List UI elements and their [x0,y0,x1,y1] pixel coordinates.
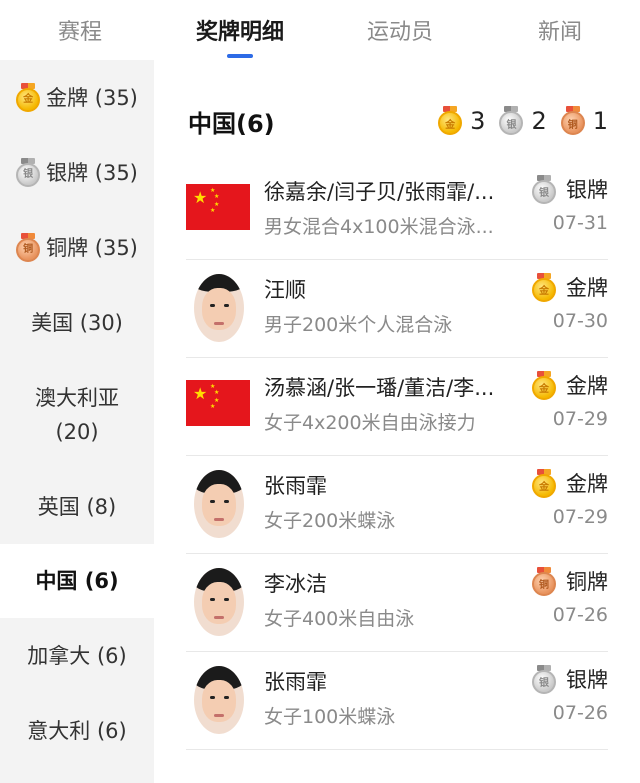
medal-date: 07-31 [552,212,608,234]
gold-medal-icon: 金 [16,83,41,112]
sidebar-item-bronze[interactable]: 铜 铜牌 (35) [0,210,154,285]
athlete-avatar [194,274,244,342]
sidebar-item-label: 铜牌 (35) [46,235,138,260]
medal-row[interactable]: 张雨霏 女子100米蝶泳 银 银牌 07-26 [186,652,608,750]
medal-row[interactable]: ★ ★ ★ ★ ★ 徐嘉余/闫子贝/张雨霏/... 男女混合4x100米混合泳... 银… [186,162,608,260]
sidebar-item-label: 加拿大 (6) [27,643,127,668]
event-name: 男子200米个人混合泳 [264,314,453,336]
medal-label: 银牌 [566,178,608,202]
event-name: 女子400米自由泳 [264,608,415,630]
sidebar-item-silver[interactable]: 银 银牌 (35) [0,135,154,210]
tab-label: 运动员 [366,20,433,45]
medal-date: 07-30 [552,310,608,332]
bronze-count: 铜 1 [560,106,608,135]
active-tab-indicator [227,54,253,58]
silver-count-value: 2 [531,106,547,135]
medal-type: 金 金牌 [532,468,608,498]
athlete-name: 李冰洁 [264,572,327,596]
sidebar-item-label: 银牌 (35) [46,160,138,185]
gold-count-value: 3 [470,106,486,135]
sidebar-item-label: 金牌 (35) [46,85,138,110]
sidebar-item-label: 澳大利亚 (20) [35,386,119,444]
top-tabs: 赛程 奖牌明细 运动员 新闻 [0,0,640,60]
medal-type: 金 金牌 [532,272,608,302]
gold-medal-icon: 金 [532,272,556,302]
medal-summary: 金 3 银 2 铜 1 [424,106,608,135]
tab-label: 奖牌明细 [195,20,284,45]
medal-date: 07-26 [552,604,608,626]
sidebar-item-gold[interactable]: 金 金牌 (35) [0,60,154,135]
sidebar-item-usa[interactable]: 美国 (30) [0,285,154,360]
event-name: 男女混合4x100米混合泳... [264,216,494,238]
athlete-name: 张雨霏 [264,670,327,694]
sidebar-item-label: 意大利 (6) [27,718,127,743]
sidebar-item-china[interactable]: 中国 (6) [0,544,154,618]
event-name: 女子4x200米自由泳接力 [264,412,476,434]
tab-label: 新闻 [537,20,582,45]
medal-label: 银牌 [566,668,608,692]
bronze-count-value: 1 [592,106,608,135]
athlete-avatar [194,666,244,734]
athlete-avatar [194,470,244,538]
silver-medal-icon: 银 [16,158,41,187]
medal-type: 金 金牌 [532,370,608,400]
sidebar-item-label: 美国 (30) [31,310,123,335]
athlete-name: 汪顺 [264,278,306,302]
medal-date: 07-29 [552,408,608,430]
medal-type: 铜 铜牌 [532,566,608,596]
sidebar: 金 金牌 (35) 银 银牌 (35) 铜 铜牌 (35) 美国 (30) 澳大… [0,60,154,783]
medal-row[interactable]: 张雨霏 女子200米蝶泳 金 金牌 07-29 [186,456,608,554]
tab-label: 赛程 [57,20,102,45]
silver-medal-icon: 银 [532,174,556,204]
tab-news[interactable]: 新闻 [480,0,640,60]
bronze-medal-icon: 铜 [532,566,556,596]
medal-label: 金牌 [566,472,608,496]
silver-medal-icon: 银 [499,106,524,135]
tab-athletes[interactable]: 运动员 [320,0,480,60]
sidebar-item-italy[interactable]: 意大利 (6) [0,693,154,768]
bronze-medal-icon: 铜 [16,233,41,262]
medal-row[interactable]: ★ ★ ★ ★ ★ 汤慕涵/张一璠/董洁/李... 女子4x200米自由泳接力 金 金牌… [186,358,608,456]
medal-type: 银 银牌 [532,664,608,694]
event-name: 女子200米蝶泳 [264,510,396,532]
tab-medal-details[interactable]: 奖牌明细 [160,0,320,60]
athlete-name: 汤慕涵/张一璠/董洁/李... [264,376,495,400]
medal-date: 07-26 [552,702,608,724]
medal-label: 铜牌 [566,570,608,594]
sidebar-item-label: 英国 (8) [37,495,117,519]
sidebar-item-canada[interactable]: 加拿大 (6) [0,618,154,693]
medal-date: 07-29 [552,506,608,528]
medal-detail-panel: 中国(6) 金 3 银 2 铜 1 ★ ★ ★ ★ ★ 徐嘉余/闫子贝/张雨霏/... … [154,60,640,783]
medal-row[interactable]: 李冰洁 女子400米自由泳 铜 铜牌 07-26 [186,554,608,652]
silver-count: 银 2 [499,106,547,135]
china-flag-icon: ★ ★ ★ ★ ★ [186,184,250,230]
gold-medal-icon: 金 [532,468,556,498]
athlete-name: 张雨霏 [264,474,327,498]
china-flag-icon: ★ ★ ★ ★ ★ [186,380,250,426]
bronze-medal-icon: 铜 [560,106,585,135]
tab-schedule[interactable]: 赛程 [0,0,160,60]
gold-medal-icon: 金 [532,370,556,400]
medal-type: 银 银牌 [532,174,608,204]
event-name: 女子100米蝶泳 [264,706,396,728]
medal-row[interactable]: 汪顺 男子200米个人混合泳 金 金牌 07-30 [186,260,608,358]
silver-medal-icon: 银 [532,664,556,694]
sidebar-item-label: 中国 (6) [35,569,119,593]
athlete-name: 徐嘉余/闫子贝/张雨霏/... [264,180,495,204]
gold-count: 金 3 [438,106,485,135]
medal-label: 金牌 [566,276,608,300]
medal-label: 金牌 [566,374,608,398]
sidebar-item-australia[interactable]: 澳大利亚 (20) [0,360,154,470]
country-title: 中国(6) [188,110,275,138]
gold-medal-icon: 金 [438,106,463,135]
sidebar-item-uk[interactable]: 英国 (8) [0,470,154,544]
athlete-avatar [194,568,244,636]
